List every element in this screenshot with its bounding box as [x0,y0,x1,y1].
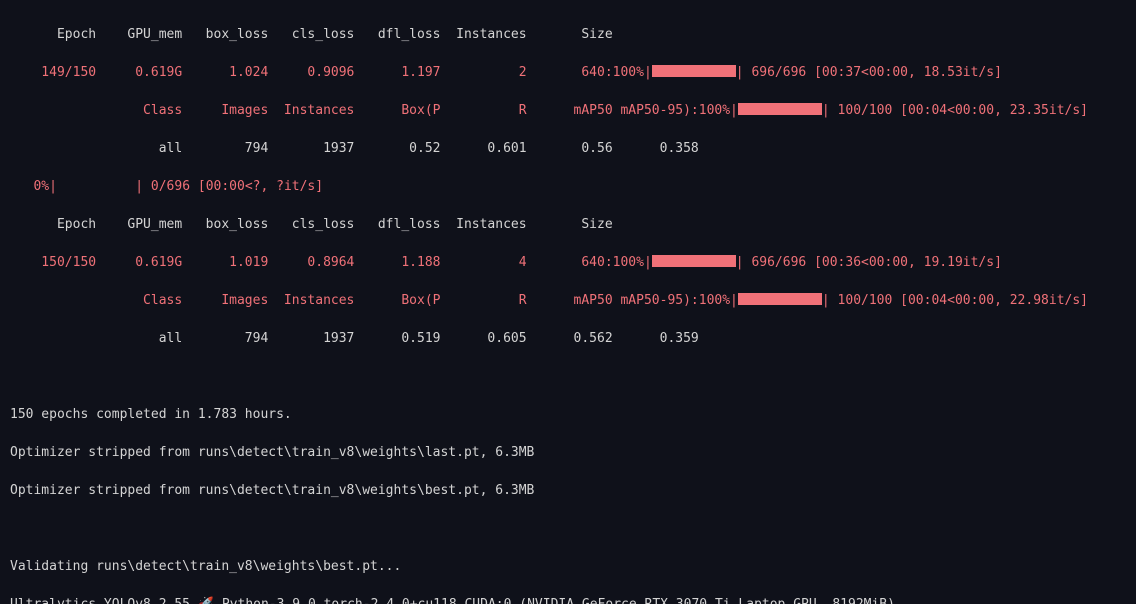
zero-progress-row: 0%| | 0/696 [00:00<?, ?it/s] [10,177,1126,196]
train-epoch-row: 149/150 0.619G 1.024 0.9096 1.197 2 640:… [10,63,1126,82]
epochs-complete-line: 150 epochs completed in 1.783 hours. [10,405,1126,424]
optimizer-last-line: Optimizer stripped from runs\detect\trai… [10,443,1126,462]
progress-bar-icon [738,103,822,115]
val-header-row: Class Images Instances Box(P R mAP50 mAP… [10,101,1126,120]
optimizer-best-line: Optimizer stripped from runs\detect\trai… [10,481,1126,500]
train-header-row: Epoch GPU_mem box_loss cls_loss dfl_loss… [10,215,1126,234]
val-all-row: all 794 1937 0.519 0.605 0.562 0.359 [10,329,1126,348]
ultralytics-line: Ultralytics YOLOv8.2.55 🚀 Python-3.9.0 t… [10,595,1126,604]
rocket-icon: 🚀 [198,597,214,604]
progress-bar-icon [738,293,822,305]
train-epoch-row: 150/150 0.619G 1.019 0.8964 1.188 4 640:… [10,253,1126,272]
progress-bar-icon [652,65,736,77]
val-header-row: Class Images Instances Box(P R mAP50 mAP… [10,291,1126,310]
val-all-row: all 794 1937 0.52 0.601 0.56 0.358 [10,139,1126,158]
blank-line [10,519,1126,538]
progress-bar-icon [652,255,736,267]
blank-line [10,367,1126,386]
terminal-output: Epoch GPU_mem box_loss cls_loss dfl_loss… [0,0,1136,604]
validating-line: Validating runs\detect\train_v8\weights\… [10,557,1126,576]
train-header-row: Epoch GPU_mem box_loss cls_loss dfl_loss… [10,25,1126,44]
